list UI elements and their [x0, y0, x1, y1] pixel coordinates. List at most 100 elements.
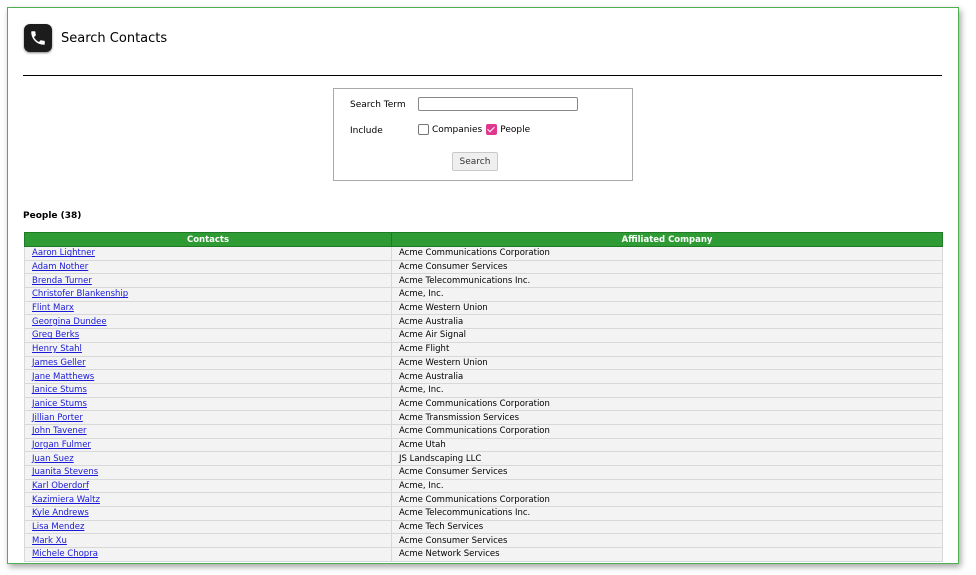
table-row: Michele Chopra Acme Network Services	[24, 547, 943, 562]
company-cell: Acme Telecommunications Inc.	[391, 273, 943, 289]
contact-cell: Christofer Blankenship	[24, 287, 392, 302]
search-term-label: Search Term	[350, 100, 406, 110]
contact-link[interactable]: Lisa Mendez	[32, 522, 84, 532]
contact-cell: Henry Stahl	[24, 341, 392, 357]
company-cell: Acme Telecommunications Inc.	[391, 506, 943, 521]
table-row: Henry Stahl Acme Flight	[24, 341, 943, 357]
contact-link[interactable]: Christofer Blankenship	[32, 289, 128, 299]
contact-link[interactable]: Kazimiera Waltz	[32, 495, 100, 505]
table-row: Janice Stums Acme Communications Corporat…	[24, 396, 943, 412]
contact-link[interactable]: Henry Stahl	[32, 344, 82, 354]
header-divider	[23, 75, 942, 76]
contact-link[interactable]: Greg Berks	[32, 330, 79, 340]
contact-cell: Jillian Porter	[24, 410, 392, 425]
table-row: Brenda Turner Acme Telecommunications Inc…	[24, 273, 943, 289]
company-cell: Acme, Inc.	[391, 382, 943, 398]
company-cell: Acme Transmission Services	[391, 410, 943, 425]
results-title: People (38)	[23, 211, 82, 221]
include-label: Include	[350, 126, 383, 136]
table-row: John Tavener Acme Communications Corporat…	[24, 423, 943, 439]
contact-link[interactable]: Jane Matthews	[32, 372, 94, 382]
company-cell: Acme Australia	[391, 314, 943, 330]
company-cell: Acme, Inc.	[391, 287, 943, 302]
table-row: Mark Xu Acme Consumer Services	[24, 533, 943, 549]
column-header-company[interactable]: Affiliated Company	[391, 232, 943, 247]
company-cell: Acme Communications Corporation	[391, 396, 943, 412]
company-cell: JS Landscaping LLC	[391, 451, 943, 466]
company-cell: Acme Consumer Services	[391, 259, 943, 275]
company-cell: Acme Western Union	[391, 355, 943, 371]
contact-cell: Janice Stums	[24, 382, 392, 398]
contact-cell: Mark Xu	[24, 533, 392, 549]
contact-link[interactable]: Kyle Andrews	[32, 508, 89, 518]
contact-cell: Adam Nother	[24, 259, 392, 275]
table-row: Juan Suez JS Landscaping LLC	[24, 451, 943, 466]
contact-cell: Georgina Dundee	[24, 314, 392, 330]
company-cell: Acme Flight	[391, 341, 943, 357]
contact-link[interactable]: Georgina Dundee	[32, 317, 107, 327]
contact-link[interactable]: Janice Stums	[32, 385, 87, 395]
table-row: Georgina Dundee Acme Australia	[24, 314, 943, 330]
company-cell: Acme Utah	[391, 437, 943, 453]
results-table-wrap: Contacts Affiliated Company Aaron Lightn…	[24, 232, 943, 562]
contact-cell: Juanita Stevens	[24, 465, 392, 480]
contact-cell: Kyle Andrews	[24, 506, 392, 521]
contact-cell: Brenda Turner	[24, 273, 392, 289]
table-row: Janice Stums Acme, Inc.	[24, 382, 943, 398]
contact-link[interactable]: Jorgan Fulmer	[32, 440, 91, 450]
results-table: Contacts Affiliated Company Aaron Lightn…	[24, 232, 943, 562]
contact-link[interactable]: Brenda Turner	[32, 276, 92, 286]
table-row: Aaron Lightner Acme Communications Corpor…	[24, 246, 943, 261]
contact-cell: Lisa Mendez	[24, 519, 392, 535]
table-row: Greg Berks Acme Air Signal	[24, 328, 943, 343]
contact-cell: Kazimiera Waltz	[24, 492, 392, 508]
table-header-row: Contacts Affiliated Company	[24, 232, 943, 247]
table-row: Adam Nother Acme Consumer Services	[24, 259, 943, 275]
table-row: Jorgan Fulmer Acme Utah	[24, 437, 943, 453]
people-checkbox[interactable]	[486, 124, 498, 135]
companies-label: Companies	[432, 124, 483, 135]
table-row: Juanita Stevens Acme Consumer Services	[24, 465, 943, 480]
company-cell: Acme Communications Corporation	[391, 423, 943, 439]
company-cell: Acme Communications Corporation	[391, 246, 943, 261]
table-row: Kyle Andrews Acme Telecommunications Inc.	[24, 506, 943, 521]
table-row: Flint Marx Acme Western Union	[24, 300, 943, 316]
contact-link[interactable]: Aaron Lightner	[32, 248, 95, 258]
table-row: Jillian Porter Acme Transmission Services	[24, 410, 943, 425]
table-row: James Geller Acme Western Union	[24, 355, 943, 371]
search-button[interactable]: Search	[452, 152, 498, 171]
contact-link[interactable]: Karl Oberdorf	[32, 481, 89, 491]
contact-link[interactable]: Flint Marx	[32, 303, 74, 313]
contact-cell: Janice Stums	[24, 396, 392, 412]
table-row: Jane Matthews Acme Australia	[24, 369, 943, 384]
company-cell: Acme Consumer Services	[391, 533, 943, 549]
column-header-contacts[interactable]: Contacts	[24, 232, 392, 247]
contact-cell: John Tavener	[24, 423, 392, 439]
contact-link[interactable]: Adam Nother	[32, 262, 88, 272]
table-row: Karl Oberdorf Acme, Inc.	[24, 478, 943, 494]
company-cell: Acme Consumer Services	[391, 465, 943, 480]
contact-link[interactable]: Michele Chopra	[32, 549, 98, 559]
page-header: Search Contacts	[24, 18, 167, 58]
companies-checkbox[interactable]	[418, 124, 429, 135]
contact-link[interactable]: James Geller	[32, 358, 86, 368]
table-row: Christofer Blankenship Acme, Inc.	[24, 287, 943, 302]
contact-link[interactable]: John Tavener	[32, 426, 87, 436]
contact-cell: Jane Matthews	[24, 369, 392, 384]
contact-cell: Karl Oberdorf	[24, 478, 392, 494]
contact-cell: Aaron Lightner	[24, 246, 392, 261]
company-cell: Acme Air Signal	[391, 328, 943, 343]
company-cell: Acme, Inc.	[391, 478, 943, 494]
search-term-input[interactable]	[418, 97, 578, 111]
app-window: Search Contacts Search Term Include Comp…	[7, 7, 959, 564]
search-form: Search Term Include Companies People Sea…	[333, 88, 633, 181]
contact-cell: Juan Suez	[24, 451, 392, 466]
contact-link[interactable]: Jillian Porter	[32, 413, 83, 423]
contact-link[interactable]: Mark Xu	[32, 536, 67, 546]
company-cell: Acme Western Union	[391, 300, 943, 316]
contact-link[interactable]: Janice Stums	[32, 399, 87, 409]
contact-link[interactable]: Juanita Stevens	[32, 467, 98, 477]
contact-cell: Greg Berks	[24, 328, 392, 343]
contact-link[interactable]: Juan Suez	[32, 454, 74, 464]
page-title: Search Contacts	[61, 30, 168, 46]
